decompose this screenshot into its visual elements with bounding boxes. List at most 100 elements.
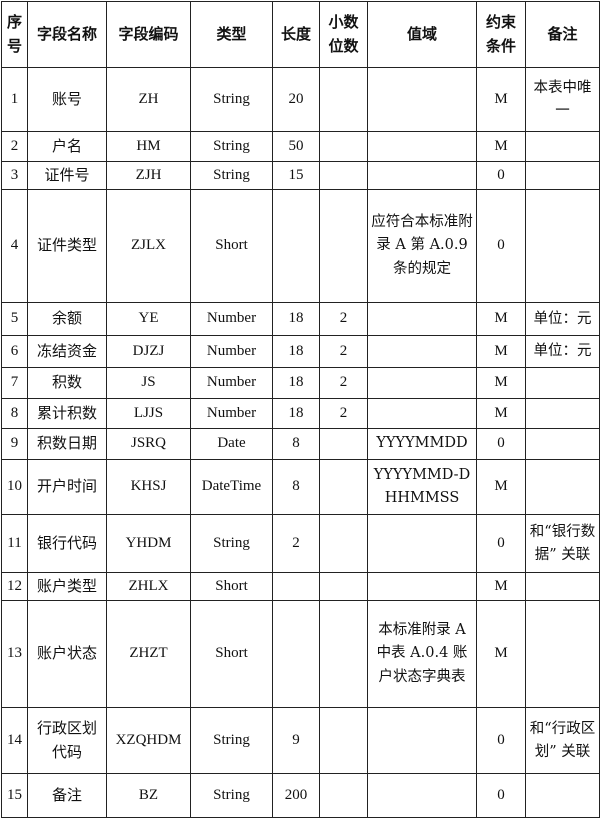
header-field-code: 字段编码 <box>106 1 191 68</box>
cell-domain <box>367 572 477 601</box>
cell-decimals <box>319 773 368 818</box>
header-index: 序号 <box>1 1 28 68</box>
cell-notes <box>525 600 600 708</box>
cell-field-code: HM <box>106 131 191 162</box>
cell-decimals <box>319 600 368 708</box>
cell-type: Short <box>190 189 273 303</box>
cell-index: 11 <box>1 514 28 573</box>
cell-domain <box>367 131 477 162</box>
cell-decimals <box>319 189 368 303</box>
cell-domain: 应符合本标准附录 A 第 A.0.9 条的规定 <box>367 189 477 303</box>
cell-notes: 和“行政区划” 关联 <box>525 707 600 774</box>
cell-type: Number <box>190 398 273 429</box>
cell-constraint: 0 <box>476 189 526 303</box>
cell-constraint: M <box>476 302 526 336</box>
cell-field-name: 户名 <box>27 131 107 162</box>
header-constraint: 约束条件 <box>476 1 526 68</box>
cell-field-name: 账号 <box>27 67 107 132</box>
cell-constraint: 0 <box>476 161 526 190</box>
cell-field-code: LJJS <box>106 398 191 429</box>
cell-length: 18 <box>272 398 320 429</box>
table-row: 5 余额 YE Number 18 2 M 单位：元 <box>1 302 600 336</box>
table-row: 9 积数日期 JSRQ Date 8 YYYYMMDD 0 <box>1 428 600 460</box>
cell-constraint: M <box>476 398 526 429</box>
cell-domain <box>367 67 477 132</box>
cell-decimals <box>319 459 368 515</box>
cell-field-name: 行政区划代码 <box>27 707 107 774</box>
cell-length: 18 <box>272 367 320 399</box>
cell-field-code: ZH <box>106 67 191 132</box>
cell-constraint: 0 <box>476 707 526 774</box>
cell-field-code: ZHLX <box>106 572 191 601</box>
cell-length: 50 <box>272 131 320 162</box>
cell-notes: 单位：元 <box>525 302 600 336</box>
cell-decimals <box>319 514 368 573</box>
cell-length: 20 <box>272 67 320 132</box>
table-row: 11 银行代码 YHDM String 2 0 和“银行数据” 关联 <box>1 514 600 573</box>
cell-length: 15 <box>272 161 320 190</box>
cell-notes <box>525 773 600 818</box>
cell-type: Date <box>190 428 273 460</box>
cell-index: 13 <box>1 600 28 708</box>
cell-decimals: 2 <box>319 335 368 368</box>
cell-index: 1 <box>1 67 28 132</box>
cell-type: String <box>190 131 273 162</box>
cell-length: 2 <box>272 514 320 573</box>
cell-length: 18 <box>272 302 320 336</box>
cell-type: DateTime <box>190 459 273 515</box>
cell-length: 8 <box>272 459 320 515</box>
cell-decimals: 2 <box>319 367 368 399</box>
cell-decimals <box>319 428 368 460</box>
cell-decimals <box>319 131 368 162</box>
cell-field-name: 余额 <box>27 302 107 336</box>
cell-index: 6 <box>1 335 28 368</box>
cell-constraint: M <box>476 572 526 601</box>
cell-notes: 和“银行数据” 关联 <box>525 514 600 573</box>
cell-field-code: JSRQ <box>106 428 191 460</box>
cell-notes <box>525 131 600 162</box>
cell-decimals <box>319 67 368 132</box>
cell-type: Number <box>190 302 273 336</box>
cell-field-name: 证件类型 <box>27 189 107 303</box>
cell-type: Number <box>190 335 273 368</box>
table-row: 12 账户类型 ZHLX Short M <box>1 572 600 601</box>
table-row: 13 账户状态 ZHZT Short 本标准附录 A 中表 A.0.4 账户状态… <box>1 600 600 708</box>
cell-field-name: 备注 <box>27 773 107 818</box>
cell-field-code: JS <box>106 367 191 399</box>
page: 序号 字段名称 字段编码 类型 长度 小数位数 值域 约束条件 备注 1 账号 … <box>0 0 600 818</box>
cell-index: 12 <box>1 572 28 601</box>
cell-domain <box>367 335 477 368</box>
header-domain: 值域 <box>367 1 477 68</box>
table-row: 10 开户时间 KHSJ DateTime 8 YYYYMMD-DHHMMSS … <box>1 459 600 515</box>
cell-field-name: 证件号 <box>27 161 107 190</box>
cell-notes: 单位：元 <box>525 335 600 368</box>
cell-length: 18 <box>272 335 320 368</box>
cell-domain <box>367 161 477 190</box>
cell-constraint: M <box>476 335 526 368</box>
cell-field-name: 开户时间 <box>27 459 107 515</box>
cell-length: 8 <box>272 428 320 460</box>
cell-index: 2 <box>1 131 28 162</box>
cell-decimals <box>319 572 368 601</box>
cell-notes <box>525 428 600 460</box>
cell-length: 200 <box>272 773 320 818</box>
cell-field-code: ZJH <box>106 161 191 190</box>
cell-constraint: M <box>476 367 526 399</box>
cell-type: String <box>190 707 273 774</box>
cell-domain <box>367 398 477 429</box>
cell-field-code: ZHZT <box>106 600 191 708</box>
cell-type: String <box>190 67 273 132</box>
cell-type: Number <box>190 367 273 399</box>
cell-field-code: YHDM <box>106 514 191 573</box>
cell-constraint: M <box>476 600 526 708</box>
cell-index: 14 <box>1 707 28 774</box>
header-type: 类型 <box>190 1 273 68</box>
cell-decimals: 2 <box>319 398 368 429</box>
cell-index: 15 <box>1 773 28 818</box>
table-row: 3 证件号 ZJH String 15 0 <box>1 161 600 190</box>
table-row: 14 行政区划代码 XZQHDM String 9 0 和“行政区划” 关联 <box>1 707 600 774</box>
cell-index: 3 <box>1 161 28 190</box>
cell-notes <box>525 161 600 190</box>
cell-notes <box>525 572 600 601</box>
cell-notes <box>525 367 600 399</box>
